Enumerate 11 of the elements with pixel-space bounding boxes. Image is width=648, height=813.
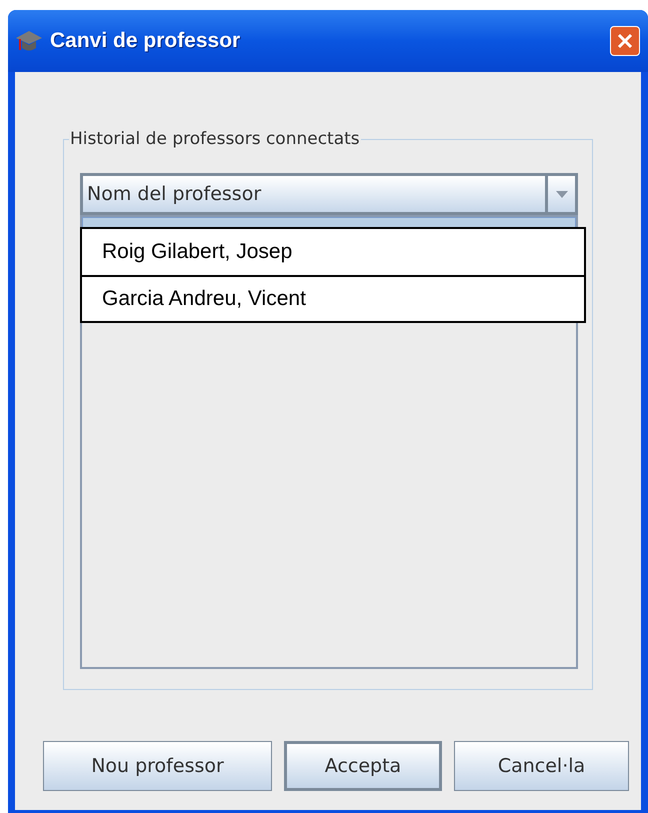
dialog-button[interactable]: Cancel·la	[454, 741, 629, 791]
name-dropdown[interactable]: Nom del professor	[80, 173, 578, 215]
close-button[interactable]	[610, 26, 640, 56]
group-title: Historial de professors connectats	[69, 128, 361, 150]
dropdown-arrow-icon	[556, 190, 568, 198]
dropdown-option[interactable]: Garcia Andreu, Vicent	[82, 275, 584, 321]
dropdown-option[interactable]: Roig Gilabert, Josep	[82, 229, 584, 275]
dialog-button[interactable]: Accepta	[284, 741, 442, 791]
dialog-button[interactable]: Nou professor	[43, 741, 272, 791]
close-icon	[616, 32, 634, 50]
window-title: Canvi de professor	[50, 28, 240, 54]
